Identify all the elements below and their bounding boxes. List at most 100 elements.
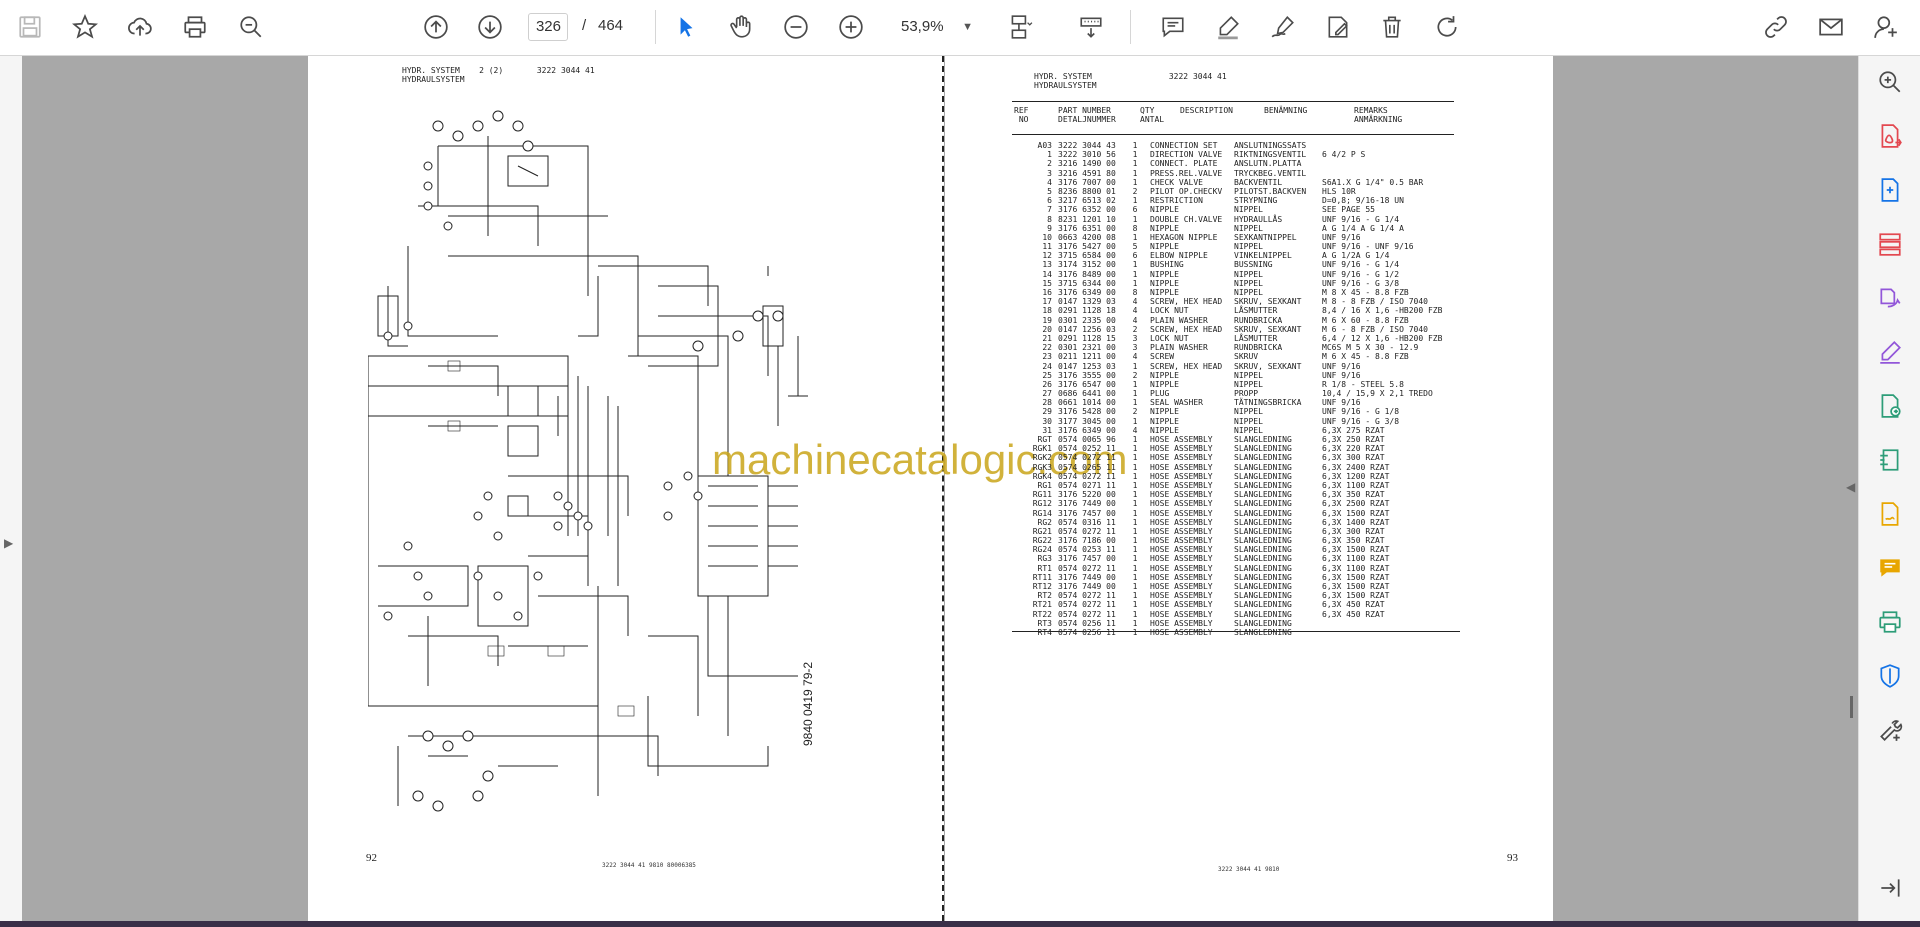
table-row: 31 3176 6349 00 4 NIPPLE NIPPEL 6,3X 275 RZAT: [1014, 426, 1452, 435]
export-pdf-icon[interactable]: [1876, 122, 1904, 150]
part-number-cell: 3176 7007 00: [1058, 177, 1116, 187]
print-icon[interactable]: [177, 9, 213, 45]
table-row: 30 3177 3045 00 1 NIPPLE NIPPEL UNF 9/16 - G …: [1014, 417, 1452, 426]
zoom-in-icon[interactable]: [833, 9, 869, 45]
highlight-icon[interactable]: [1210, 9, 1246, 45]
benamning-cell: SLANGLEDNING: [1234, 627, 1292, 637]
part-number-cell: 3176 6351 00: [1058, 223, 1116, 233]
benamning-cell: SKRUV, SEXKANT: [1234, 361, 1302, 371]
ref-cell: RGK2: [1032, 453, 1052, 463]
table-row: RT3 0574 0256 11 1 HOSE ASSEMBLY SLANGLEDNIN…: [1014, 619, 1452, 628]
page-number: 92: [366, 852, 377, 864]
description-cell: HOSE ASSEMBLY: [1150, 563, 1213, 573]
remarks-cell: UNF 9/16: [1322, 398, 1361, 408]
description-cell: HOSE ASSEMBLY: [1150, 536, 1213, 546]
scroll-mode-icon[interactable]: [1073, 9, 1109, 45]
expand-panel-icon[interactable]: [1876, 874, 1904, 902]
zoom-out-icon[interactable]: [778, 9, 814, 45]
description-cell: HOSE ASSEMBLY: [1150, 517, 1213, 527]
qty-cell: 2: [1132, 324, 1138, 334]
col-ref-header: REF NO: [1014, 106, 1029, 124]
qty-cell: 4: [1132, 425, 1138, 435]
request-signature-icon[interactable]: [1876, 500, 1904, 528]
description-cell: NIPPLE: [1150, 416, 1179, 426]
part-number-cell: 3216 1490 00: [1058, 159, 1116, 169]
page-down-icon[interactable]: [472, 9, 508, 45]
description-cell: LOCK NUT: [1150, 333, 1189, 343]
benamning-cell: SLANGLEDNING: [1234, 609, 1292, 619]
find-zoom-icon[interactable]: [233, 9, 269, 45]
table-row: 9 3176 6351 00 8 NIPPLE NIPPEL A G 1/4 A G 1…: [1014, 224, 1452, 233]
protect-shield-icon[interactable]: [1876, 662, 1904, 690]
table-row: 7 3176 6352 00 6 NIPPLE NIPPEL SEE PAGE 55: [1014, 205, 1452, 214]
benamning-cell: SLANGLEDNING: [1234, 435, 1292, 444]
email-icon[interactable]: [1813, 9, 1849, 45]
document-viewport[interactable]: HYDR. SYSTEM 2 (2) 3222 3044 41 HYDRAULS…: [22, 56, 1858, 921]
remarks-cell: 6,3X 1100 RZAT: [1322, 480, 1390, 490]
upload-icon[interactable]: [122, 9, 158, 45]
delete-icon[interactable]: [1374, 9, 1410, 45]
benamning-cell: VINKELNIPPEL: [1234, 251, 1292, 261]
part-number-cell: 0211 1211 00: [1058, 352, 1116, 362]
remarks-cell: M 8 X 45 - 8.8 FZB: [1322, 288, 1409, 297]
qty-cell: 1: [1132, 591, 1138, 601]
part-number-cell: 3176 7186 00: [1058, 536, 1116, 546]
table-row: RT11 3176 7449 00 1 HOSE ASSEMBLY SLANGLEDNI…: [1014, 573, 1452, 582]
table-row: RG24 0574 0253 11 1 HOSE ASSEMBLY SLANGLEDNI…: [1014, 545, 1452, 554]
more-tools-icon[interactable]: [1876, 716, 1904, 744]
remarks-cell: [1322, 141, 1452, 150]
page-number: 93: [1507, 852, 1518, 864]
remarks-cell: UNF 9/16 - G 1/4: [1322, 260, 1400, 270]
table-row: 4 3176 7007 00 1 CHECK VALVE BACKVENTIL S6A1.…: [1014, 178, 1452, 187]
ref-cell: 16: [1042, 288, 1052, 297]
comment-icon[interactable]: [1155, 9, 1191, 45]
ref-cell: 31: [1042, 425, 1052, 435]
zoom-dropdown[interactable]: 53,9% ▼: [893, 13, 979, 41]
description-cell: PLAIN WASHER: [1150, 343, 1208, 353]
page-fit-icon[interactable]: [1002, 9, 1038, 45]
ref-cell: 1: [1047, 150, 1052, 160]
organize-pages-icon[interactable]: [1876, 230, 1904, 258]
table-row: RGT 0574 0065 96 1 HOSE ASSEMBLY SLANGLEDNIN…: [1014, 435, 1452, 444]
remarks-cell: 6,3X 220 RZAT: [1322, 444, 1385, 454]
compress-icon[interactable]: [1876, 446, 1904, 474]
share-link-icon[interactable]: [1758, 9, 1794, 45]
bookmark-star-icon[interactable]: [67, 9, 103, 45]
part-number-cell: 0574 0316 11: [1058, 517, 1116, 527]
part-number-cell: 0574 0256 11: [1058, 627, 1116, 637]
edit-pdf-icon[interactable]: [1876, 338, 1904, 366]
part-number-cell: 3176 3555 00: [1058, 370, 1116, 380]
rotate-icon[interactable]: [1429, 9, 1465, 45]
search-zoom-icon[interactable]: [1876, 68, 1904, 96]
sign-icon[interactable]: [1265, 9, 1301, 45]
table-row: 23 0211 1211 00 4 SCREW SKRUV M 6 X 45 - 8.8 …: [1014, 352, 1452, 361]
scrollbar-thumb[interactable]: [1850, 696, 1853, 718]
create-pdf-icon[interactable]: [1876, 176, 1904, 204]
page-up-icon[interactable]: [418, 9, 454, 45]
ref-cell: RT11: [1032, 572, 1052, 582]
print-production-icon[interactable]: [1876, 608, 1904, 636]
hand-tool-icon[interactable]: [723, 9, 759, 45]
part-number-cell: 3715 6584 00: [1058, 251, 1116, 261]
fill-sign-icon[interactable]: [1320, 9, 1356, 45]
part-number-cell: 3176 7457 00: [1058, 554, 1116, 564]
convert-pdf-icon[interactable]: [1876, 392, 1904, 420]
description-cell: HOSE ASSEMBLY: [1150, 627, 1213, 637]
combine-files-icon[interactable]: [1876, 284, 1904, 312]
save-icon[interactable]: [12, 9, 48, 45]
part-number-cell: 0661 1014 00: [1058, 398, 1116, 408]
comment-panel-icon[interactable]: [1876, 554, 1904, 582]
part-number-cell: 0574 0272 11: [1058, 591, 1116, 601]
description-cell: ELBOW NIPPLE: [1150, 251, 1208, 261]
page-number-input[interactable]: 326: [528, 13, 568, 41]
remarks-cell: 6,3X 450 RZAT: [1322, 609, 1385, 619]
collapse-right-panel-icon[interactable]: ◀: [1846, 480, 1855, 494]
ref-cell: RT4: [1037, 627, 1052, 637]
account-icon[interactable]: [1868, 9, 1904, 45]
table-row: RG22 3176 7186 00 1 HOSE ASSEMBLY SLANGLEDNI…: [1014, 536, 1452, 545]
benamning-cell: SLANGLEDNING: [1234, 490, 1292, 500]
ref-cell: 9: [1047, 223, 1052, 233]
select-cursor-icon[interactable]: [668, 9, 704, 45]
expand-left-panel-icon[interactable]: ▶: [4, 536, 13, 550]
table-row: RT1 0574 0272 11 1 HOSE ASSEMBLY SLANGLEDNIN…: [1014, 564, 1452, 573]
